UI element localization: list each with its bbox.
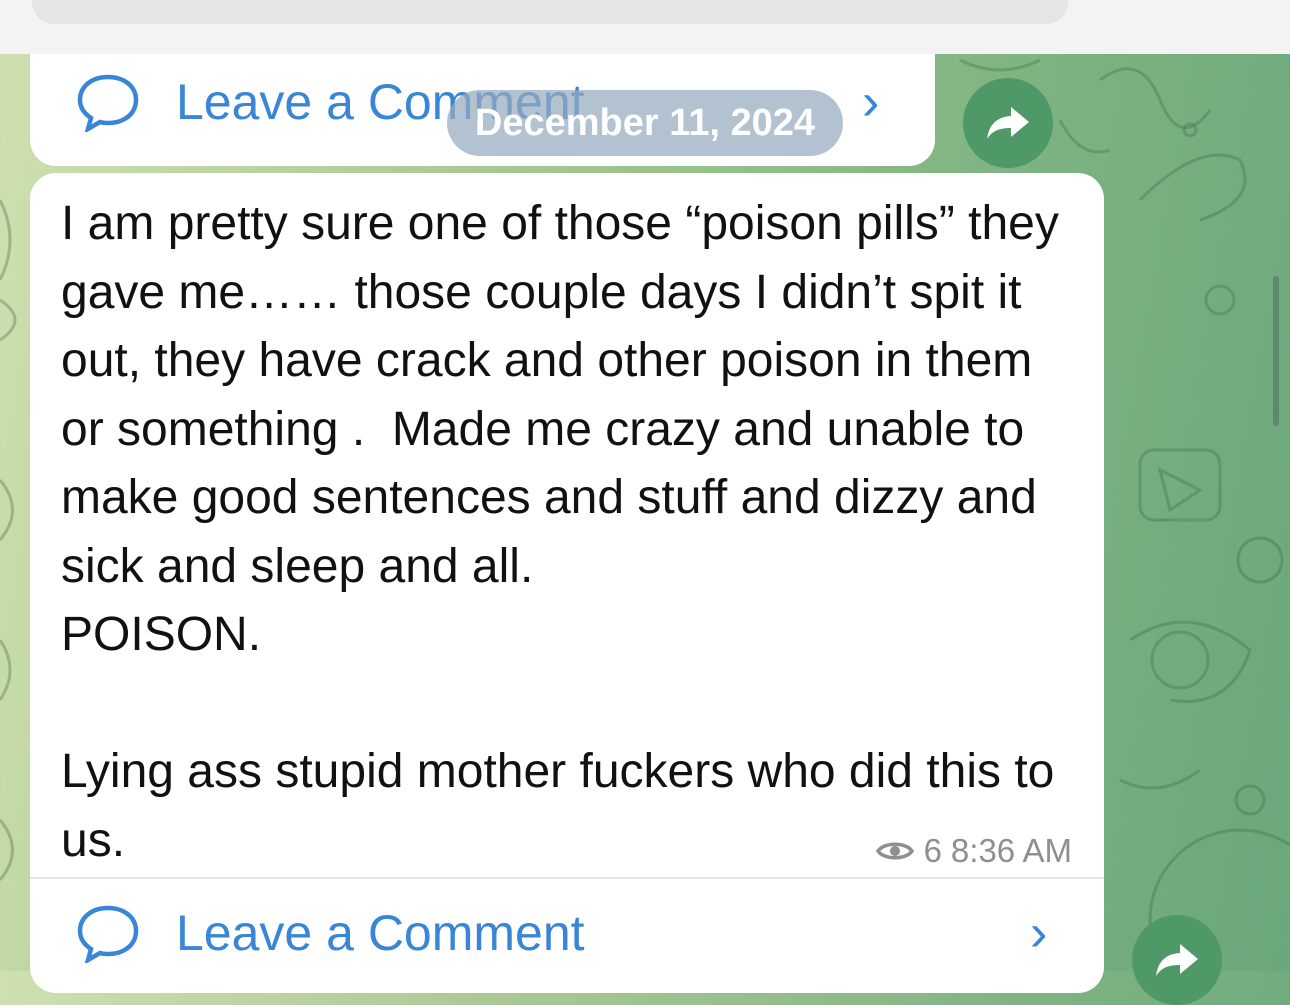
message-time: 8:36 AM bbox=[950, 832, 1072, 869]
message-bubble[interactable]: I am pretty sure one of those “poison pi… bbox=[30, 173, 1104, 993]
chevron-right-icon[interactable]: › bbox=[1030, 903, 1047, 963]
eye-icon bbox=[875, 842, 914, 860]
divider bbox=[30, 877, 1104, 879]
message-text: I am pretty sure one of those “poison pi… bbox=[61, 197, 1059, 867]
scrollbar[interactable] bbox=[1273, 276, 1279, 426]
comment-label: Leave a Comment bbox=[176, 905, 585, 961]
forward-arrow-icon bbox=[987, 107, 1029, 139]
forward-button[interactable] bbox=[1132, 915, 1222, 1005]
message-meta: 6 8:36 AM bbox=[875, 832, 1072, 870]
comment-bubble-icon bbox=[77, 74, 139, 132]
forward-arrow-icon bbox=[1156, 944, 1198, 976]
comment-bubble-icon bbox=[77, 905, 139, 963]
forward-button[interactable] bbox=[963, 78, 1053, 168]
chevron-right-icon[interactable]: › bbox=[862, 72, 879, 132]
search-bar[interactable] bbox=[32, 0, 1068, 24]
date-separator: December 11, 2024 bbox=[447, 90, 843, 156]
comment-link[interactable]: Leave a Comment bbox=[76, 903, 585, 963]
top-bar bbox=[0, 0, 1290, 54]
view-count: 6 bbox=[923, 832, 942, 869]
